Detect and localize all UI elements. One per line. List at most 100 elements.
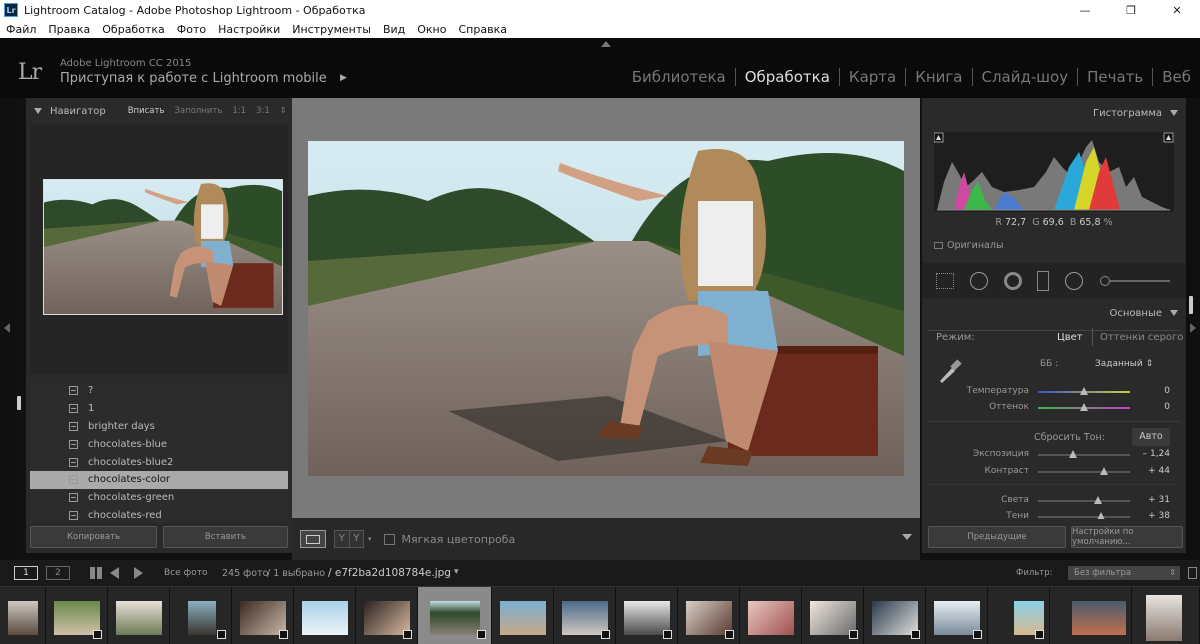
view-menu-icon[interactable]: ▾	[368, 535, 372, 543]
tint-value[interactable]: 0	[1164, 402, 1170, 412]
left-scrollbar[interactable]	[17, 396, 21, 410]
film-thumb-selected[interactable]	[418, 587, 492, 644]
top-panel-toggle-icon[interactable]	[601, 41, 611, 47]
close-button[interactable]: ✕	[1154, 0, 1200, 20]
basic-header[interactable]: Основные	[922, 298, 1186, 328]
zoom-fit[interactable]: Вписать	[128, 106, 165, 116]
menu-photo[interactable]: Фото	[177, 23, 206, 36]
wb-select[interactable]: Заданный ⇕	[1095, 359, 1153, 369]
zoom-3-1[interactable]: 3:1	[256, 106, 270, 116]
film-thumb[interactable]	[492, 587, 554, 644]
contrast-slider[interactable]: Контраст + 44	[922, 465, 1186, 479]
screen-2-button[interactable]: 2	[46, 566, 70, 580]
file-menu-icon[interactable]: ▾	[454, 567, 459, 577]
screen-1-button[interactable]: 1	[14, 566, 38, 580]
zoom-fill[interactable]: Заполнить	[174, 106, 222, 116]
film-thumb[interactable]	[554, 587, 616, 644]
before-after-button[interactable]: Y Y	[334, 530, 364, 548]
mode-grayscale[interactable]: Оттенки серого	[1100, 332, 1183, 343]
navigator-header[interactable]: Навигатор Вписать Заполнить 1:1 3:1 ⇕	[26, 98, 292, 124]
preset-item[interactable]: ?	[30, 382, 288, 400]
left-panel-toggle-icon[interactable]	[4, 323, 10, 333]
menu-file[interactable]: Файл	[6, 23, 36, 36]
paste-button[interactable]: Вставить	[163, 526, 288, 548]
histogram-header[interactable]: Гистограмма	[922, 98, 1186, 128]
film-thumb[interactable]	[0, 587, 46, 644]
film-thumb[interactable]	[678, 587, 740, 644]
film-thumb[interactable]	[1132, 587, 1200, 644]
shadows-track[interactable]	[1038, 516, 1130, 518]
graduated-filter-icon[interactable]	[1037, 271, 1049, 291]
preset-item[interactable]: chocolates-green	[30, 489, 288, 507]
radial-filter-icon[interactable]	[1065, 272, 1083, 290]
file-name[interactable]: / e7f2ba2d108784e.jpg	[328, 567, 451, 579]
filter-lock-icon[interactable]	[1188, 567, 1197, 579]
highlights-value[interactable]: + 31	[1148, 495, 1170, 505]
preset-item[interactable]: chocolates-red	[30, 507, 288, 522]
contrast-track[interactable]	[1038, 471, 1130, 473]
exposure-value[interactable]: – 1,24	[1143, 449, 1170, 459]
module-develop[interactable]: Обработка	[736, 68, 840, 86]
auto-button[interactable]: Авто	[1132, 428, 1170, 446]
spot-removal-icon[interactable]	[970, 272, 988, 290]
film-thumb[interactable]	[802, 587, 864, 644]
right-scrollbar[interactable]	[1189, 296, 1193, 314]
filter-select[interactable]: Без фильтра ⇕	[1068, 566, 1180, 580]
menu-develop[interactable]: Обработка	[102, 23, 164, 36]
tint-slider[interactable]: Оттенок 0	[922, 401, 1186, 415]
maximize-button[interactable]: ❐	[1108, 0, 1154, 20]
film-thumb[interactable]	[108, 587, 170, 644]
minimize-button[interactable]: —	[1062, 0, 1108, 20]
grid-icon[interactable]	[90, 567, 102, 579]
film-thumb[interactable]	[46, 587, 108, 644]
red-eye-icon[interactable]	[1004, 272, 1022, 290]
module-library[interactable]: Библиотека	[623, 68, 736, 86]
module-slideshow[interactable]: Слайд-шоу	[973, 68, 1079, 86]
menu-settings[interactable]: Настройки	[218, 23, 280, 36]
highlights-slider[interactable]: Света + 31	[922, 494, 1186, 508]
all-photos-label[interactable]: Все фото	[164, 568, 207, 578]
tint-knob[interactable]	[1080, 403, 1088, 411]
module-map[interactable]: Карта	[840, 68, 907, 86]
brush-slider[interactable]	[1110, 280, 1170, 282]
play-arrow-icon[interactable]: ▶	[340, 73, 347, 83]
preset-item[interactable]: 1	[30, 400, 288, 418]
film-thumb[interactable]	[232, 587, 294, 644]
softproof-checkbox[interactable]	[383, 533, 395, 545]
film-thumb[interactable]	[926, 587, 988, 644]
previous-button[interactable]: Предыдущие	[928, 526, 1066, 548]
film-thumb[interactable]	[356, 587, 418, 644]
contrast-knob[interactable]	[1100, 467, 1109, 475]
menu-view[interactable]: Вид	[383, 23, 405, 36]
film-thumb[interactable]	[740, 587, 802, 644]
film-thumb[interactable]	[616, 587, 678, 644]
preset-item-selected[interactable]: chocolates-color	[30, 470, 288, 489]
crop-tool-icon[interactable]	[936, 273, 954, 289]
histogram[interactable]	[933, 132, 1174, 212]
menu-tools[interactable]: Инструменты	[292, 23, 371, 36]
main-photo[interactable]	[308, 141, 904, 476]
zoom-arrows-icon[interactable]: ⇕	[280, 106, 287, 116]
zoom-1-1[interactable]: 1:1	[232, 106, 246, 116]
defaults-button[interactable]: Настройки по умолчанию...	[1071, 526, 1183, 548]
temperature-knob[interactable]	[1080, 387, 1088, 395]
film-thumb[interactable]	[170, 587, 232, 644]
eyedropper-icon[interactable]	[936, 356, 964, 384]
contrast-value[interactable]: + 44	[1148, 466, 1170, 476]
toolbar-menu-icon[interactable]	[902, 534, 912, 540]
menu-edit[interactable]: Правка	[48, 23, 90, 36]
exposure-knob[interactable]	[1068, 450, 1077, 458]
navigator-thumbnail[interactable]	[43, 179, 283, 315]
copy-button[interactable]: Копировать	[30, 526, 157, 548]
preset-item[interactable]: chocolates-blue	[30, 435, 288, 453]
module-web[interactable]: Веб	[1153, 68, 1200, 86]
right-panel-toggle-icon[interactable]	[1190, 323, 1196, 333]
preset-item[interactable]: brighter days	[30, 418, 288, 436]
temperature-value[interactable]: 0	[1164, 386, 1170, 396]
menu-help[interactable]: Справка	[458, 23, 506, 36]
film-thumb[interactable]	[864, 587, 926, 644]
preset-item[interactable]: chocolates-blue2	[30, 453, 288, 471]
highlights-track[interactable]	[1038, 500, 1130, 502]
exposure-slider[interactable]: Экспозиция – 1,24	[922, 448, 1186, 462]
highlights-knob[interactable]	[1094, 496, 1103, 504]
